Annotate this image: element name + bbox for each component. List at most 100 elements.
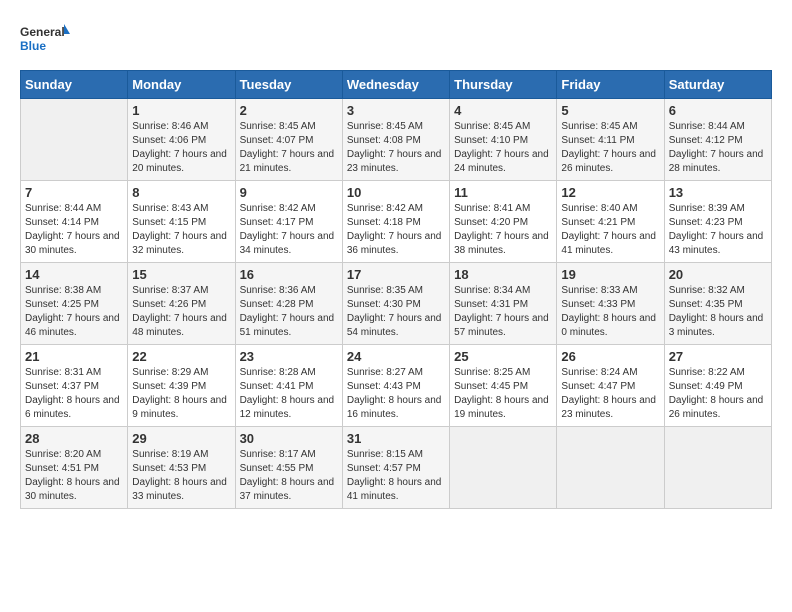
calendar-table: SundayMondayTuesdayWednesdayThursdayFrid…	[20, 70, 772, 509]
day-number: 2	[240, 103, 338, 118]
day-info: Sunrise: 8:22 AMSunset: 4:49 PMDaylight:…	[669, 366, 767, 422]
day-number: 20	[669, 267, 767, 282]
calendar-cell: 14 Sunrise: 8:38 AMSunset: 4:25 PMDayligh…	[21, 263, 128, 345]
calendar-cell: 1 Sunrise: 8:46 AMSunset: 4:06 PMDaylight…	[128, 99, 235, 181]
calendar-cell: 24Sunrise: 8:27 AMSunset: 4:43 PMDayligh…	[342, 345, 449, 427]
calendar-week-row: 28 Sunrise: 8:20 AMSunset: 4:51 PMDayligh…	[21, 427, 772, 509]
day-of-week-header: Tuesday	[235, 71, 342, 99]
day-info: Sunrise: 8:20 AMSunset: 4:51 PMDaylight:…	[25, 448, 123, 504]
calendar-cell: 26 Sunrise: 8:24 AMSunset: 4:47 PMDayligh…	[557, 345, 664, 427]
calendar-cell: 19Sunrise: 8:33 AMSunset: 4:33 PMDayligh…	[557, 263, 664, 345]
day-number: 14	[25, 267, 123, 282]
calendar-cell: 9 Sunrise: 8:42 AMSunset: 4:17 PMDaylight…	[235, 181, 342, 263]
day-number: 19	[561, 267, 659, 282]
calendar-cell: 28 Sunrise: 8:20 AMSunset: 4:51 PMDayligh…	[21, 427, 128, 509]
day-number: 21	[25, 349, 123, 364]
calendar-cell: 15 Sunrise: 8:37 AMSunset: 4:26 PMDayligh…	[128, 263, 235, 345]
calendar-cell: 31Sunrise: 8:15 AMSunset: 4:57 PMDayligh…	[342, 427, 449, 509]
day-info: Sunrise: 8:43 AMSunset: 4:15 PMDaylight:…	[132, 202, 230, 258]
day-info: Sunrise: 8:39 AMSunset: 4:23 PMDaylight:…	[669, 202, 767, 258]
calendar-cell: 27 Sunrise: 8:22 AMSunset: 4:49 PMDayligh…	[664, 345, 771, 427]
day-info: Sunrise: 8:45 AMSunset: 4:10 PMDaylight:…	[454, 120, 552, 176]
calendar-cell: 7 Sunrise: 8:44 AMSunset: 4:14 PMDaylight…	[21, 181, 128, 263]
day-number: 7	[25, 185, 123, 200]
calendar-week-row: 21 Sunrise: 8:31 AMSunset: 4:37 PMDayligh…	[21, 345, 772, 427]
logo-svg: General Blue	[20, 20, 70, 60]
calendar-cell: 23 Sunrise: 8:28 AMSunset: 4:41 PMDayligh…	[235, 345, 342, 427]
day-number: 8	[132, 185, 230, 200]
day-number: 18	[454, 267, 552, 282]
day-number: 17	[347, 267, 445, 282]
day-of-week-header: Wednesday	[342, 71, 449, 99]
calendar-cell	[557, 427, 664, 509]
day-info: Sunrise: 8:27 AMSunset: 4:43 PMDaylight:…	[347, 366, 445, 422]
day-number: 23	[240, 349, 338, 364]
calendar-cell: 10Sunrise: 8:42 AMSunset: 4:18 PMDayligh…	[342, 181, 449, 263]
day-of-week-header: Monday	[128, 71, 235, 99]
day-info: Sunrise: 8:17 AMSunset: 4:55 PMDaylight:…	[240, 448, 338, 504]
calendar-cell: 4 Sunrise: 8:45 AMSunset: 4:10 PMDaylight…	[450, 99, 557, 181]
calendar-cell: 21 Sunrise: 8:31 AMSunset: 4:37 PMDayligh…	[21, 345, 128, 427]
page-header: General Blue	[20, 20, 772, 60]
day-info: Sunrise: 8:45 AMSunset: 4:08 PMDaylight:…	[347, 120, 445, 176]
calendar-cell	[450, 427, 557, 509]
day-info: Sunrise: 8:37 AMSunset: 4:26 PMDaylight:…	[132, 284, 230, 340]
day-number: 25	[454, 349, 552, 364]
day-info: Sunrise: 8:32 AMSunset: 4:35 PMDaylight:…	[669, 284, 767, 340]
svg-text:General: General	[20, 25, 65, 39]
day-number: 13	[669, 185, 767, 200]
calendar-cell: 20 Sunrise: 8:32 AMSunset: 4:35 PMDayligh…	[664, 263, 771, 345]
calendar-week-row: 7 Sunrise: 8:44 AMSunset: 4:14 PMDaylight…	[21, 181, 772, 263]
day-info: Sunrise: 8:41 AMSunset: 4:20 PMDaylight:…	[454, 202, 552, 258]
day-info: Sunrise: 8:45 AMSunset: 4:11 PMDaylight:…	[561, 120, 659, 176]
calendar-week-row: 14 Sunrise: 8:38 AMSunset: 4:25 PMDayligh…	[21, 263, 772, 345]
day-info: Sunrise: 8:45 AMSunset: 4:07 PMDaylight:…	[240, 120, 338, 176]
day-number: 5	[561, 103, 659, 118]
calendar-cell: 22Sunrise: 8:29 AMSunset: 4:39 PMDayligh…	[128, 345, 235, 427]
calendar-cell: 18Sunrise: 8:34 AMSunset: 4:31 PMDayligh…	[450, 263, 557, 345]
day-of-week-header: Friday	[557, 71, 664, 99]
day-info: Sunrise: 8:46 AMSunset: 4:06 PMDaylight:…	[132, 120, 230, 176]
day-info: Sunrise: 8:31 AMSunset: 4:37 PMDaylight:…	[25, 366, 123, 422]
day-info: Sunrise: 8:36 AMSunset: 4:28 PMDaylight:…	[240, 284, 338, 340]
day-info: Sunrise: 8:38 AMSunset: 4:25 PMDaylight:…	[25, 284, 123, 340]
day-info: Sunrise: 8:40 AMSunset: 4:21 PMDaylight:…	[561, 202, 659, 258]
calendar-cell: 17 Sunrise: 8:35 AMSunset: 4:30 PMDayligh…	[342, 263, 449, 345]
day-number: 16	[240, 267, 338, 282]
calendar-cell: 25 Sunrise: 8:25 AMSunset: 4:45 PMDayligh…	[450, 345, 557, 427]
day-of-week-header: Sunday	[21, 71, 128, 99]
day-info: Sunrise: 8:44 AMSunset: 4:14 PMDaylight:…	[25, 202, 123, 258]
day-number: 11	[454, 185, 552, 200]
calendar-cell: 11 Sunrise: 8:41 AMSunset: 4:20 PMDayligh…	[450, 181, 557, 263]
day-number: 28	[25, 431, 123, 446]
day-number: 6	[669, 103, 767, 118]
day-number: 27	[669, 349, 767, 364]
calendar-cell: 5 Sunrise: 8:45 AMSunset: 4:11 PMDaylight…	[557, 99, 664, 181]
day-of-week-header: Thursday	[450, 71, 557, 99]
calendar-cell: 3Sunrise: 8:45 AMSunset: 4:08 PMDaylight…	[342, 99, 449, 181]
day-info: Sunrise: 8:25 AMSunset: 4:45 PMDaylight:…	[454, 366, 552, 422]
day-number: 1	[132, 103, 230, 118]
day-number: 4	[454, 103, 552, 118]
calendar-cell: 16 Sunrise: 8:36 AMSunset: 4:28 PMDayligh…	[235, 263, 342, 345]
day-of-week-header: Saturday	[664, 71, 771, 99]
calendar-cell: 2 Sunrise: 8:45 AMSunset: 4:07 PMDaylight…	[235, 99, 342, 181]
day-info: Sunrise: 8:35 AMSunset: 4:30 PMDaylight:…	[347, 284, 445, 340]
day-info: Sunrise: 8:42 AMSunset: 4:17 PMDaylight:…	[240, 202, 338, 258]
day-number: 29	[132, 431, 230, 446]
calendar-cell	[664, 427, 771, 509]
day-number: 30	[240, 431, 338, 446]
day-info: Sunrise: 8:24 AMSunset: 4:47 PMDaylight:…	[561, 366, 659, 422]
calendar-cell: 13 Sunrise: 8:39 AMSunset: 4:23 PMDayligh…	[664, 181, 771, 263]
day-info: Sunrise: 8:19 AMSunset: 4:53 PMDaylight:…	[132, 448, 230, 504]
calendar-cell: 6Sunrise: 8:44 AMSunset: 4:12 PMDaylight…	[664, 99, 771, 181]
day-info: Sunrise: 8:15 AMSunset: 4:57 PMDaylight:…	[347, 448, 445, 504]
calendar-cell: 12Sunrise: 8:40 AMSunset: 4:21 PMDayligh…	[557, 181, 664, 263]
day-info: Sunrise: 8:42 AMSunset: 4:18 PMDaylight:…	[347, 202, 445, 258]
day-number: 15	[132, 267, 230, 282]
day-number: 26	[561, 349, 659, 364]
logo: General Blue	[20, 20, 70, 60]
svg-text:Blue: Blue	[20, 39, 46, 53]
day-number: 9	[240, 185, 338, 200]
day-info: Sunrise: 8:28 AMSunset: 4:41 PMDaylight:…	[240, 366, 338, 422]
